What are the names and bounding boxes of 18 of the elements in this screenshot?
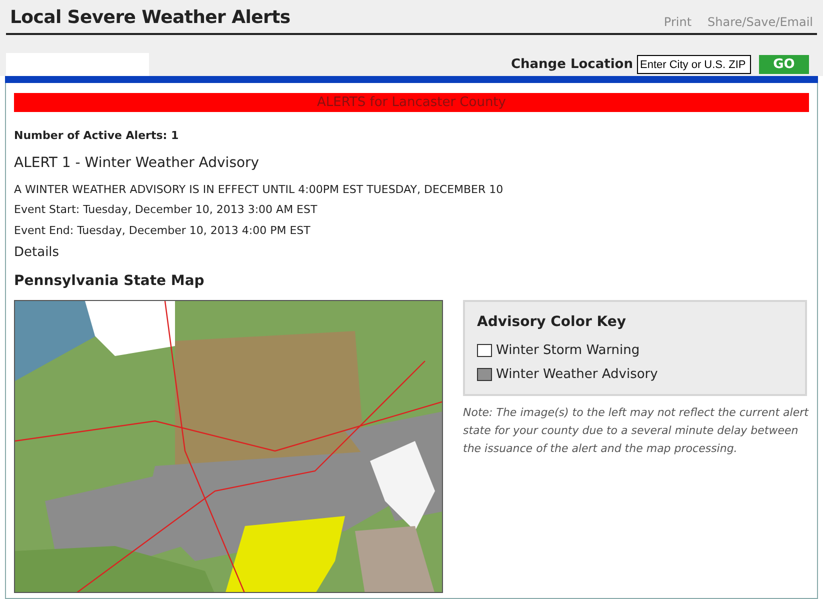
color-key-title: Advisory Color Key <box>477 313 627 332</box>
alert-count: Number of Active Alerts: 1 <box>14 128 180 144</box>
location-field[interactable]: Enter City or U.S. ZIP <box>637 55 751 74</box>
change-location-label: Change Location <box>510 56 633 74</box>
header-link[interactable]: Share/Save/Email <box>708 13 813 31</box>
go-button[interactable]: GO <box>759 55 809 74</box>
key-label: Winter Storm Warning <box>496 342 640 360</box>
event-end: Event End: Tuesday, December 10, 2013 4:00 PM EST <box>14 222 312 238</box>
alerts-banner: ALERTS for Lancaster County <box>14 93 809 112</box>
key-label: Winter Weather Advisory <box>496 366 658 384</box>
map-title: Pennsylvania State Map <box>14 272 206 291</box>
details-link[interactable]: Details <box>14 243 60 262</box>
map-note: Note: The image(s) to the left may not reflect the current alert state for your county due to a several minute delay between the issuance of the alert and the map processing. <box>463 405 809 457</box>
event-start: Event Start: Tuesday, December 10, 2013 3:00 AM EST <box>14 202 318 218</box>
alert-summary: A WINTER WEATHER ADVISORY IS IN EFFECT UNTIL 4:00PM EST TUESDAY, DECEMBER 10 <box>14 182 504 198</box>
header-link[interactable]: Print <box>664 13 692 31</box>
page-title: Local Severe Weather Alerts <box>10 6 290 30</box>
alert-title: ALERT 1 - Winter Weather Advisory <box>14 154 260 172</box>
